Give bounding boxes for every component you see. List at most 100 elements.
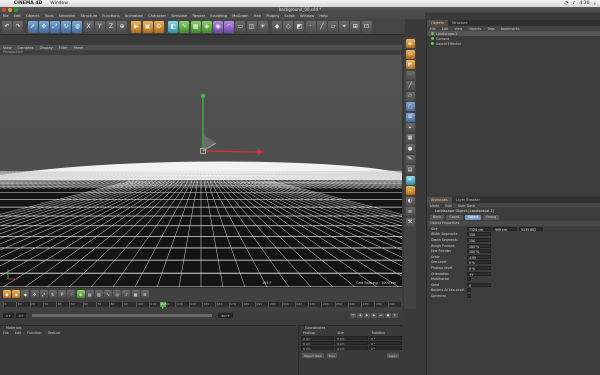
- menu-character[interactable]: Character: [146, 14, 169, 18]
- close-window-button[interactable]: [2, 8, 6, 12]
- sculpt-icon[interactable]: ◐: [405, 196, 415, 206]
- clock[interactable]: 4:30: [579, 1, 589, 7]
- material-menu-file[interactable]: File: [0, 331, 12, 336]
- polygons-icon[interactable]: ▱: [405, 91, 415, 101]
- menu-animation[interactable]: Animation: [122, 14, 146, 18]
- perspective-viewport[interactable]: 163 F Grid Spacing : 1000 cm: [0, 55, 402, 287]
- cube-icon[interactable]: ◧: [168, 20, 179, 33]
- tools-icon[interactable]: ⚒: [405, 217, 415, 227]
- wifi-icon[interactable]: ◔: [565, 1, 569, 7]
- render-settings-icon[interactable]: ⚙: [153, 20, 164, 33]
- viewport-menu-panel[interactable]: Panel: [71, 46, 87, 50]
- material-menu-function[interactable]: Function: [24, 331, 44, 336]
- property-checkbox[interactable]: [467, 277, 471, 282]
- object-row[interactable]: Sound Effector: [427, 41, 600, 46]
- tab-layer-browser[interactable]: Layer Browser: [452, 197, 484, 203]
- snowflake-icon[interactable]: ❄: [405, 175, 415, 185]
- coordinate-field[interactable]: 0 cm: [335, 341, 368, 346]
- position-key-icon[interactable]: ✥: [30, 290, 39, 298]
- redo-icon[interactable]: ↷: [13, 20, 24, 33]
- subdivision-icon[interactable]: ▦: [190, 20, 201, 33]
- render-view-icon[interactable]: ▶: [131, 20, 142, 33]
- menu-tools[interactable]: Tools: [42, 14, 56, 18]
- go-to-end-icon[interactable]: ⏭: [378, 313, 384, 318]
- material-icon[interactable]: ●: [405, 144, 415, 153]
- attr-menu-user-data[interactable]: User Data: [455, 204, 478, 208]
- record-icon[interactable]: ●: [385, 313, 391, 318]
- timeline-icon[interactable]: ▤: [85, 290, 94, 298]
- deformer-icon[interactable]: ◠: [224, 20, 235, 33]
- current-frame-field[interactable]: 0 F: [15, 313, 27, 318]
- property-value-3[interactable]: 5135.602: [519, 226, 543, 232]
- menu-mograph[interactable]: MoGraph: [230, 14, 252, 18]
- attr-subtab-object[interactable]: Object: [464, 214, 482, 220]
- end-frame-field[interactable]: 307 F: [218, 313, 233, 318]
- bake-icon[interactable]: ⊞: [140, 290, 149, 298]
- texture-mode-icon[interactable]: ◩: [294, 20, 305, 33]
- apply-button[interactable]: Apply: [386, 353, 399, 358]
- light-icon[interactable]: ☀: [257, 20, 268, 33]
- uv-icon[interactable]: ▤: [405, 165, 415, 174]
- property-value[interactable]: 100 %: [467, 249, 491, 254]
- tab-objects[interactable]: Objects: [427, 20, 448, 26]
- x-axis-icon[interactable]: X: [83, 20, 94, 33]
- play-icon[interactable]: ▶: [364, 313, 370, 318]
- prev-key-icon[interactable]: ◀: [357, 313, 363, 318]
- workplane-icon[interactable]: ⊞: [350, 20, 361, 33]
- z-axis-icon[interactable]: Z: [105, 20, 116, 33]
- scale-key-icon[interactable]: ⤢: [39, 290, 48, 298]
- menu-hair[interactable]: Hair: [251, 14, 264, 18]
- layout-quad-icon[interactable]: ⊞: [405, 112, 415, 122]
- property-value[interactable]: 7124 cm: [467, 226, 491, 232]
- property-value[interactable]: 0 %: [467, 260, 491, 265]
- live-selection-icon[interactable]: ➚: [27, 20, 38, 33]
- objmgr-menu-view[interactable]: View: [451, 27, 465, 31]
- timeline-ruler[interactable]: 0 10 20 30 40 50 60 70 80 90 100 110 120 130 140 150 160…: [3, 302, 401, 307]
- rotation-key-icon[interactable]: ↻: [48, 290, 57, 298]
- sound-icon[interactable]: ♪: [122, 290, 131, 298]
- attr-menu-edit[interactable]: Edit: [442, 204, 455, 208]
- next-key-icon[interactable]: ▶: [371, 313, 377, 318]
- objmgr-menu-tags[interactable]: Tags: [484, 27, 498, 31]
- menu-plugins[interactable]: Plugins: [264, 14, 282, 18]
- tab-structure[interactable]: Structure: [448, 20, 472, 26]
- coordinate-field[interactable]: 0 cm: [335, 346, 368, 351]
- viewport-menu-view[interactable]: View: [0, 46, 15, 50]
- fcurve-icon[interactable]: ∿: [104, 290, 113, 298]
- autokey-icon[interactable]: ◉: [12, 290, 21, 298]
- polygon-mode-icon[interactable]: ▱: [328, 20, 338, 33]
- objmgr-menu-edit[interactable]: Edit: [439, 27, 452, 31]
- viewport-menu-cameras[interactable]: Cameras: [15, 46, 37, 50]
- render-picture-viewer-icon[interactable]: ▣: [142, 20, 153, 33]
- keyframe-selection-icon[interactable]: ◆: [21, 290, 30, 298]
- coordinate-field[interactable]: 0 °: [369, 346, 402, 351]
- material-menu-edit[interactable]: Edit: [12, 331, 25, 336]
- use-object-icon[interactable]: ◇: [405, 49, 415, 59]
- spotlight-icon[interactable]: ⌕: [593, 1, 596, 7]
- property-value[interactable]: 0: [467, 282, 491, 288]
- menu-simulate[interactable]: Simulate: [169, 14, 190, 18]
- motion-clip-icon[interactable]: ▥: [94, 290, 103, 298]
- edge-mode-icon[interactable]: ╱: [316, 20, 327, 33]
- objmgr-menu-bookmarks[interactable]: Bookmarks: [498, 27, 523, 31]
- menu-selection[interactable]: Selection: [56, 14, 78, 18]
- viewport-menu-display[interactable]: Display: [37, 46, 56, 50]
- grid-icon[interactable]: ▦: [405, 133, 415, 143]
- pen-spline-icon[interactable]: ✎: [179, 20, 190, 33]
- zoom-window-button[interactable]: [14, 8, 18, 12]
- y-axis-icon[interactable]: Y: [94, 20, 105, 33]
- property-checkbox[interactable]: [467, 293, 471, 298]
- mograph-icon[interactable]: ◈: [76, 290, 85, 298]
- scale-icon[interactable]: ⤢: [49, 20, 60, 33]
- volume-icon[interactable]: ♪: [572, 1, 575, 7]
- point-mode-icon[interactable]: ·: [305, 20, 316, 33]
- menu-render[interactable]: Render: [190, 14, 208, 18]
- go-to-start-icon[interactable]: ⏮: [350, 313, 356, 318]
- tab-attributes[interactable]: Attributes: [427, 197, 452, 203]
- paint-icon[interactable]: ✎: [405, 154, 415, 164]
- menu-objects[interactable]: Objects: [23, 14, 42, 18]
- onion-icon[interactable]: ◎: [113, 290, 122, 298]
- model-mode-icon[interactable]: ◆: [272, 20, 283, 33]
- menu-window[interactable]: Window: [297, 14, 316, 18]
- property-value[interactable]: 4.05: [467, 254, 491, 260]
